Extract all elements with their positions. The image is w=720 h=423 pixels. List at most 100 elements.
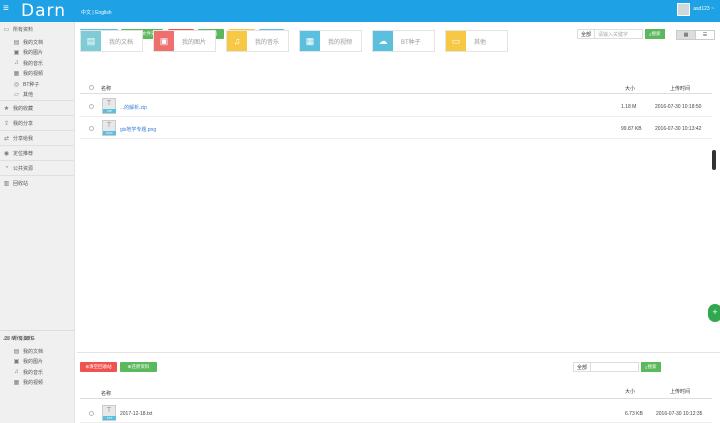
column-name-2[interactable]: 名称 [101,390,111,397]
sidebar-item-label: 我的分享 [13,120,34,127]
sidebar2-item-2[interactable]: ▣ 我的图片 [0,357,75,368]
category-tile-2[interactable]: ♫ 我的音乐 [226,30,289,52]
restore-button[interactable]: ⊕ 还原资料 [120,362,157,372]
column-size-2[interactable]: 大小 [625,388,635,395]
column-time[interactable]: 上传时间 [670,85,690,92]
star-icon: ★ [3,105,10,112]
search-bar-2: 全部 ⌕ 搜索 [573,362,661,372]
category-tile-1[interactable]: ▣ 我的图片 [153,30,216,52]
user-menu[interactable]: asd123 ~ [677,1,714,17]
search-input-2[interactable] [591,362,640,372]
top-bar: ≡ Darn 中文 | English asd123 ~ [0,0,720,22]
sidebar-item-6[interactable]: ▱ 其他 [0,90,74,101]
search-button[interactable]: ⌕ 搜索 [645,29,665,39]
category-tile-3[interactable]: ▦ 我的视频 [299,30,362,52]
sidebar-item-2[interactable]: ▣ 我的图片 [0,48,74,59]
category-icon: ▣ [154,31,174,51]
category-label: 我的文档 [109,39,134,46]
sidebar-item-8[interactable]: ⇪ 我的分享 [0,115,74,130]
category-tile-4[interactable]: ☁ BT种子 [372,30,435,52]
video-icon: ▦ [13,380,20,387]
sidebar-item-label: 分享给我 [13,135,34,142]
list-view-button[interactable]: ☰ [695,30,715,40]
file-type-tag: PNG [103,131,116,135]
sidebar-item-label: 我的视频 [23,380,44,387]
search-bar: 全部 请输入关键字 ⌕ 搜索 [577,29,665,39]
avatar [677,2,691,16]
row-checkbox[interactable] [89,104,94,109]
search-scope-select[interactable]: 全部 [577,29,596,39]
sidebar-item-5[interactable]: ◎ BT种子 [0,79,74,90]
language-switch[interactable]: 中文 | English [81,9,111,16]
sidebar-item-9[interactable]: ⇄ 分享给我 [0,130,74,145]
sidebar-item-label: 公共资源 [13,165,34,172]
music-icon: ♫ [14,60,19,67]
float-action-button[interactable]: + [708,304,720,322]
search-scope-select-2[interactable]: 全部 [573,362,592,372]
category-icon: ▭ [446,31,466,51]
sidebar-item-12[interactable]: ▥ 回收站 [0,175,74,190]
column-name[interactable]: 名称 [101,85,111,92]
sidebar2-item-1[interactable]: ▤ 我的文档 [0,346,75,357]
row-checkbox[interactable] [89,411,94,416]
row-checkbox[interactable] [89,126,94,131]
file-name[interactable]: gis地学专题.png [120,126,156,133]
sidebar-item-label: 所有资料 [13,336,34,342]
file-name[interactable]: 2017-12-18.txt [120,411,152,417]
sidebar2-item-0[interactable]: ▭ 所有资料 [0,331,75,346]
category-label: BT种子 [401,39,421,46]
sidebar2-item-3[interactable]: ♫ 我的音乐 [0,367,75,378]
search-input[interactable]: 请输入关键字 [595,29,644,39]
category-tile-0[interactable]: ▤ 我的文档 [80,30,143,52]
sidebar-item-11[interactable]: ◔ 公共资源 [0,160,74,175]
select-all-checkbox[interactable] [89,85,94,90]
category-tile-5[interactable]: ▭ 其他 [445,30,508,52]
sidebar-item-label: 所有资料 [13,27,34,33]
category-icon: ▦ [300,31,320,51]
file-size: 6.73 KB [625,411,643,417]
sidebar-item-label: 回收站 [13,180,29,187]
trash-icon: ▥ [3,180,10,187]
scrollbar-handle[interactable] [712,150,716,170]
sidebar-list: ▭ 所有资料 ▤ 我的文档 ▣ 我的图片 ♫ 我的音乐 ▦ 我的视频 ◎ BT种子 ▱ 其他 ★ 我的收藏 ⇪ 我… [0,22,74,190]
sidebar-item-3[interactable]: ♫ 我的音乐 [0,58,74,69]
file-icon: T PNG [102,120,116,136]
column-size[interactable]: 大小 [625,85,635,92]
grid-icon: ▦ [683,32,689,38]
location-icon: ◉ [3,150,10,157]
sidebar-list-2: ▭ 所有资料 ▤ 我的文档 ▣ 我的图片 ♫ 我的音乐 ▦ 我的视频 [0,330,75,388]
sidebar-item-label: 我的音乐 [23,60,44,67]
folder-icon: ▭ [3,336,10,342]
category-label: 我的视频 [328,39,353,46]
video-icon: ▦ [13,71,20,78]
sidebar-item-10[interactable]: ◉ 定位推荐 [0,145,74,160]
category-icon: ☁ [373,31,393,51]
sidebar-item-label: 我的收藏 [13,105,34,112]
search-button-2[interactable]: ⌕ 搜索 [641,362,661,372]
sidebar2-item-4[interactable]: ▦ 我的视频 [0,378,75,389]
folder-open-icon: ▱ [14,92,19,99]
sidebar-item-4[interactable]: ▦ 我的视频 [0,69,74,80]
clear-recycle-button[interactable]: ⊗ 清空回收站 [80,362,117,372]
recycle-row[interactable]: T TXT 2017-12-18.txt 6.73 KB 2016-07-30 1… [80,403,712,423]
sidebar-item-1[interactable]: ▤ 我的文档 [0,37,74,48]
file-icon: T TXT [102,405,116,421]
app-logo[interactable]: Darn [21,1,66,21]
sidebar-item-0[interactable]: ▭ 所有资料 [0,22,74,37]
column-time-2[interactable]: 上传时间 [670,388,690,395]
table-row[interactable]: T PNG gis地学专题.png 99.87 KB 2016-07-30 10:… [80,118,712,139]
category-icon: ♫ [227,31,247,51]
table-row[interactable]: T ZIP ...的解析.zip 1.18 M 2016-07-30 10:18:… [80,96,712,117]
file-name[interactable]: ...的解析.zip [120,104,147,111]
sidebar-item-label: 我的文档 [23,348,44,355]
file-type-tag: ZIP [103,109,116,113]
image-icon: ▣ [13,359,20,366]
grid-view-button[interactable]: ▦ [676,30,696,40]
doc-icon: ▤ [13,348,20,355]
menu-icon[interactable]: ≡ [3,4,11,14]
recycle-section: ⊗ 清空回收站 ⊕ 还原资料 全部 ⌕ 搜索 名称 大小 上传时间 T TXT 2… [77,352,720,423]
list-icon: ☰ [702,32,708,38]
file-size: 99.87 KB [621,126,642,132]
exchange-icon: ⇄ [3,135,10,142]
sidebar-item-7[interactable]: ★ 我的收藏 [0,100,74,115]
